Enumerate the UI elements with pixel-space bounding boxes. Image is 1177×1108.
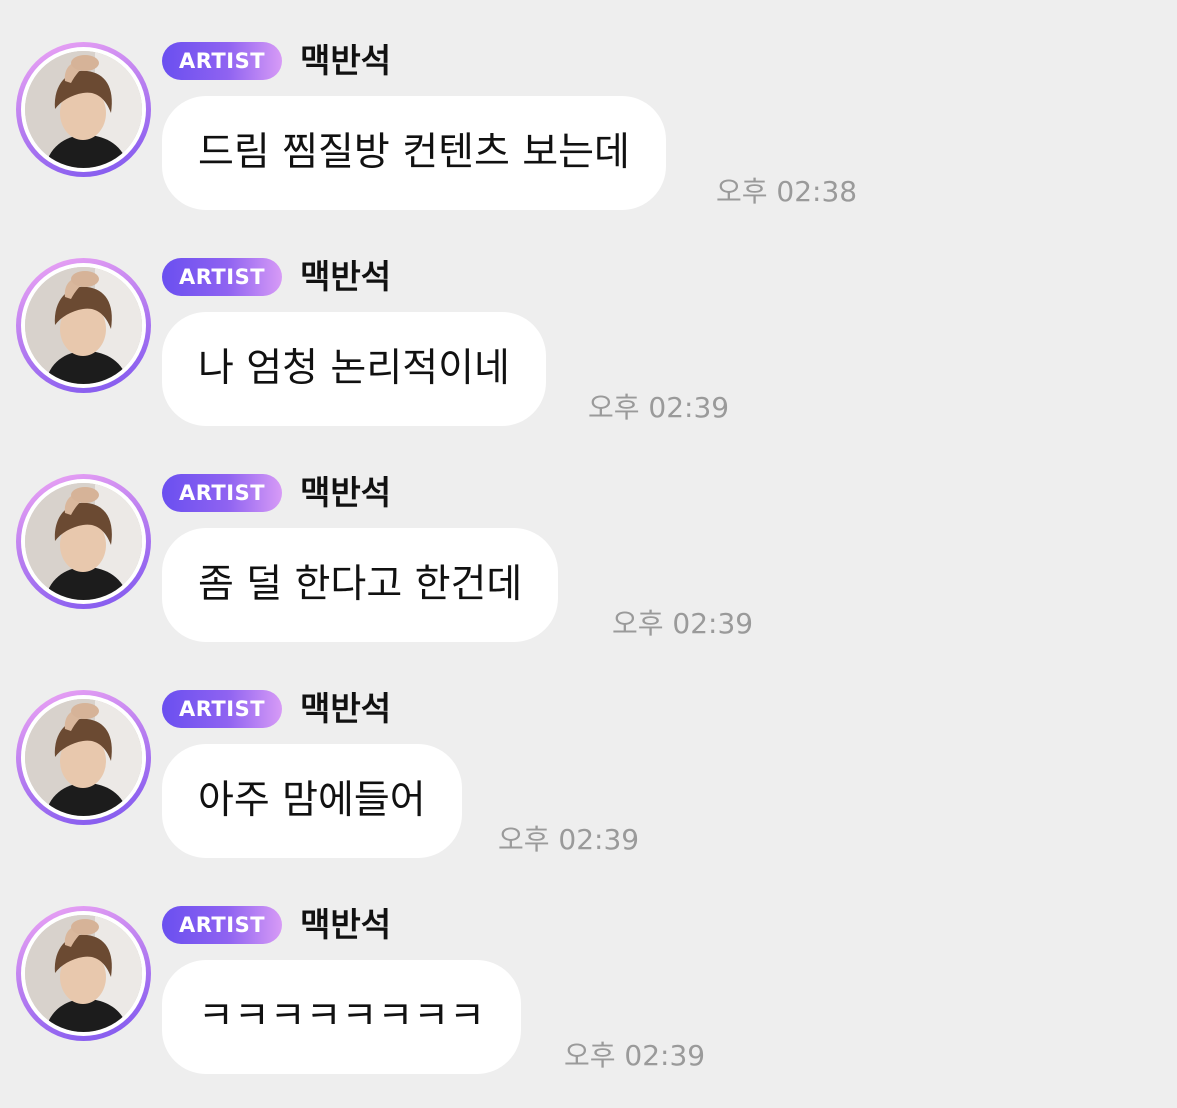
profile-photo-icon [25,915,142,1032]
message-bubble[interactable]: 나 엄청 논리적이네 [162,312,546,426]
artist-badge: ARTIST [162,258,282,296]
message-timestamp: 오후 02:39 [612,607,754,640]
message-timestamp: 오후 02:39 [588,391,730,424]
message-bubble[interactable]: ㅋㅋㅋㅋㅋㅋㅋㅋ [162,960,522,1074]
chat-message: ARTIST 맥반석 드림 찜질방 컨텐츠 보는데 오후 02:38 [0,0,1177,216]
profile-photo-icon [25,267,142,384]
chat-message: ARTIST 맥반석 나 엄청 논리적이네 오후 02:39 [0,216,1177,432]
artist-badge: ARTIST [162,906,282,944]
sender-name[interactable]: 맥반석 [300,471,391,515]
message-timestamp: 오후 02:39 [498,823,640,856]
sender-name[interactable]: 맥반석 [300,687,391,731]
message-bubble[interactable]: 아주 맘에들어 [162,744,462,858]
avatar[interactable] [16,906,151,1041]
artist-badge: ARTIST [162,690,282,728]
message-timestamp: 오후 02:38 [716,175,858,208]
avatar[interactable] [16,258,151,393]
profile-photo-icon [25,51,142,168]
avatar[interactable] [16,42,151,177]
profile-photo-icon [25,483,142,600]
message-bubble[interactable]: 드림 찜질방 컨텐츠 보는데 [162,96,666,210]
sender-name[interactable]: 맥반석 [300,255,391,299]
sender-name[interactable]: 맥반석 [300,39,391,83]
artist-badge: ARTIST [162,474,282,512]
avatar[interactable] [16,690,151,825]
chat-message: ARTIST 맥반석 아주 맘에들어 오후 02:39 [0,648,1177,864]
avatar[interactable] [16,474,151,609]
chat-message: ARTIST 맥반석 ㅋㅋㅋㅋㅋㅋㅋㅋ 오후 02:39 [0,864,1177,1080]
profile-photo-icon [25,699,142,816]
sender-name[interactable]: 맥반석 [300,903,391,947]
message-bubble[interactable]: 좀 덜 한다고 한건데 [162,528,559,642]
chat-message: ARTIST 맥반석 좀 덜 한다고 한건데 오후 02:39 [0,432,1177,648]
artist-badge: ARTIST [162,42,282,80]
message-timestamp: 오후 02:39 [564,1039,706,1072]
